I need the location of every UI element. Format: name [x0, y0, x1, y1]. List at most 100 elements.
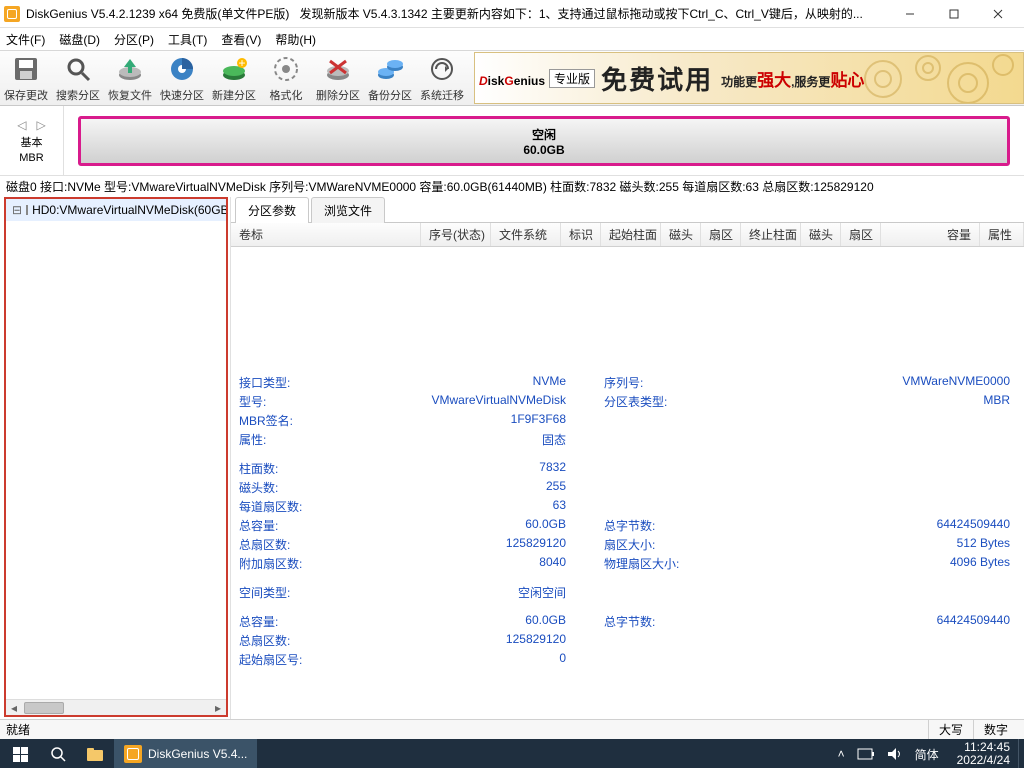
status-caps: 大写: [928, 720, 973, 739]
detail-value: MBR: [710, 392, 1014, 411]
menu-view[interactable]: 查看(V): [221, 31, 261, 48]
tree-scrollbar[interactable]: ◂▸: [6, 699, 226, 715]
detail-key: 每道扇区数:: [235, 497, 345, 516]
partition-grid-body[interactable]: [231, 247, 1024, 367]
disk-free-bar[interactable]: 空闲 60.0GB: [78, 116, 1010, 166]
status-ready: 就绪: [6, 721, 30, 738]
detail-key: 柱面数:: [235, 459, 345, 478]
taskbar-explorer[interactable]: [76, 739, 114, 768]
menu-help[interactable]: 帮助(H): [275, 31, 316, 48]
detail-row: 总容量:60.0GB总字节数:64424509440: [235, 516, 1014, 535]
prev-disk-button[interactable]: ◁: [17, 118, 26, 132]
detail-row: 磁头数:255: [235, 478, 1014, 497]
detail-value: [710, 497, 1014, 516]
detail-value: 512 Bytes: [710, 535, 1014, 554]
detail-key: [600, 459, 710, 478]
maximize-button[interactable]: [932, 0, 976, 28]
backup-icon: [374, 53, 406, 85]
promo-banner[interactable]: DiskGenius 专业版 免费试用 功能更强大,服务更贴心: [474, 52, 1024, 104]
svg-text:+: +: [238, 56, 245, 70]
detail-value: [710, 430, 1014, 449]
taskbar: DiskGenius V5.4... ˄ 简体 11:24:45 2022/4/…: [0, 739, 1024, 768]
partition-grid-header: 卷标 序号(状态) 文件系统 标识 起始柱面 磁头 扇区 终止柱面 磁头 扇区 …: [231, 223, 1024, 247]
detail-key: [600, 631, 710, 650]
disk-type-mbr: MBR: [19, 152, 43, 164]
tree-item-hd0[interactable]: ⊟ HD0:VMwareVirtualNVMeDisk(60GB): [6, 199, 226, 221]
save-button[interactable]: 保存更改: [0, 50, 52, 106]
detail-key: 附加扇区数:: [235, 554, 345, 573]
detail-key: 属性:: [235, 430, 345, 449]
tab-browse-files[interactable]: 浏览文件: [311, 197, 385, 223]
menu-partition[interactable]: 分区(P): [114, 31, 154, 48]
search-partition-button[interactable]: 搜索分区: [52, 50, 104, 106]
recover-file-button[interactable]: 恢复文件: [104, 50, 156, 106]
col-flag[interactable]: 标识: [561, 223, 601, 246]
col-head1[interactable]: 磁头: [661, 223, 701, 246]
battery-icon[interactable]: [857, 748, 875, 760]
detail-row: 总扇区数:125829120扇区大小:512 Bytes: [235, 535, 1014, 554]
detail-value: VMwareVirtualNVMeDisk: [345, 392, 570, 411]
backup-partition-button[interactable]: 备份分区: [364, 50, 416, 106]
col-capacity[interactable]: 容量: [881, 223, 980, 246]
col-fs[interactable]: 文件系统: [491, 223, 561, 246]
detail-value: 1F9F3F68: [345, 411, 570, 430]
detail-key: [600, 583, 710, 602]
ime-indicator[interactable]: 简体: [915, 746, 939, 763]
col-endcyl[interactable]: 终止柱面: [741, 223, 801, 246]
menu-disk[interactable]: 磁盘(D): [59, 31, 100, 48]
taskbar-search[interactable]: [40, 739, 76, 768]
detail-value: VMWareNVME0000: [710, 373, 1014, 392]
menu-file[interactable]: 文件(F): [6, 31, 45, 48]
start-button[interactable]: [0, 739, 40, 768]
detail-row: 接口类型:NVMe序列号:VMWareNVME0000: [235, 373, 1014, 392]
tray-up-icon[interactable]: ˄: [838, 747, 845, 761]
close-button[interactable]: [976, 0, 1020, 28]
col-attr[interactable]: 属性: [980, 223, 1024, 246]
right-pane: 分区参数 浏览文件 卷标 序号(状态) 文件系统 标识 起始柱面 磁头 扇区 终…: [230, 197, 1024, 719]
col-head2[interactable]: 磁头: [801, 223, 841, 246]
detail-key: [600, 411, 710, 430]
system-tray[interactable]: ˄ 简体: [828, 746, 949, 763]
volume-icon[interactable]: [887, 747, 903, 761]
new-partition-button[interactable]: + 新建分区: [208, 50, 260, 106]
detail-value: 125829120: [345, 631, 570, 650]
delete-partition-button[interactable]: 删除分区: [312, 50, 364, 106]
detail-value: NVMe: [345, 373, 570, 392]
detail-key: 总容量:: [235, 516, 345, 535]
show-desktop-button[interactable]: [1018, 739, 1024, 768]
disk-info-line: 磁盘0 接口:NVMe 型号:VMwareVirtualNVMeDisk 序列号…: [0, 176, 1024, 197]
col-seq[interactable]: 序号(状态): [421, 223, 491, 246]
col-volume[interactable]: 卷标: [231, 223, 421, 246]
col-sec1[interactable]: 扇区: [701, 223, 741, 246]
detail-value: [710, 631, 1014, 650]
tab-partition-params[interactable]: 分区参数: [235, 197, 309, 223]
format-button[interactable]: 格式化: [260, 50, 312, 106]
detail-row: MBR签名:1F9F3F68: [235, 411, 1014, 430]
taskbar-app-label: DiskGenius V5.4...: [148, 747, 247, 761]
disk-tree[interactable]: ⊟ HD0:VMwareVirtualNVMeDisk(60GB) ◂▸: [4, 197, 228, 717]
detail-value: 64424509440: [710, 516, 1014, 535]
detail-key: 起始扇区号:: [235, 650, 345, 669]
taskbar-clock[interactable]: 11:24:45 2022/4/24: [949, 741, 1018, 767]
status-num: 数字: [973, 720, 1018, 739]
quick-partition-icon: [166, 53, 198, 85]
detail-row: 空间类型:空闲空间: [235, 583, 1014, 602]
window-title: DiskGenius V5.4.2.1239 x64 免费版(单文件PE版): [26, 5, 289, 22]
quick-partition-button[interactable]: 快速分区: [156, 50, 208, 106]
col-sec2[interactable]: 扇区: [841, 223, 881, 246]
next-disk-button[interactable]: ▷: [37, 118, 46, 132]
minimize-button[interactable]: [888, 0, 932, 28]
detail-key: 空间类型:: [235, 583, 345, 602]
col-startcyl[interactable]: 起始柱面: [601, 223, 661, 246]
taskbar-app-diskgenius[interactable]: DiskGenius V5.4...: [114, 739, 257, 768]
brand-logo: DiskGenius: [479, 65, 545, 91]
detail-value: [710, 411, 1014, 430]
detail-value: 固态: [345, 430, 570, 449]
detail-key: 总字节数:: [600, 612, 710, 631]
disk-type-basic: 基本: [21, 134, 43, 150]
detail-value: [710, 459, 1014, 478]
menu-tool[interactable]: 工具(T): [168, 31, 207, 48]
detail-key: [600, 430, 710, 449]
slogan: 功能更强大,服务更贴心: [721, 66, 864, 91]
system-migrate-button[interactable]: 系统迁移: [416, 50, 468, 106]
